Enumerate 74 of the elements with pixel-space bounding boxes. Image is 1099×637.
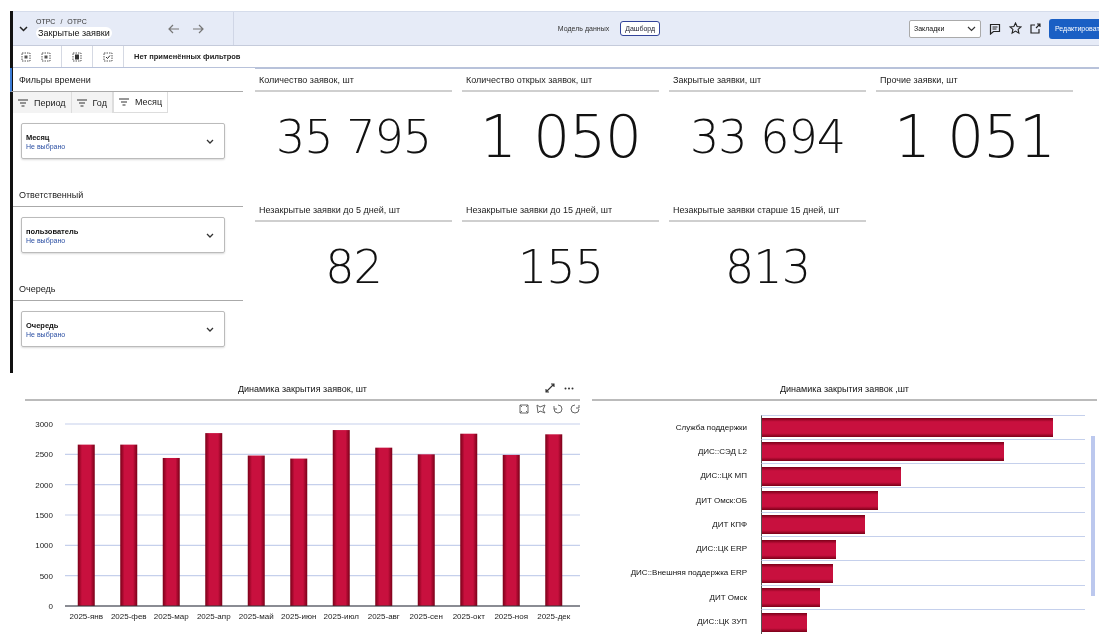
select-area-icon[interactable] <box>41 51 51 62</box>
filter-icon <box>118 98 129 106</box>
filter-tab[interactable]: Год <box>71 92 113 113</box>
kpi-title: Закрытые заявки, шт <box>669 69 866 92</box>
bar-label: ДИС::Внешняя поддержка ERP <box>629 568 748 578</box>
axis-label: 3000 <box>35 420 53 429</box>
kpi-value: 35 795 <box>276 109 431 164</box>
kpi-value: 82 <box>325 239 382 294</box>
page-title: Закрытые заявки <box>36 27 112 39</box>
axis-label: 2500 <box>35 450 53 460</box>
bar-label: ДИТ Омск <box>708 592 748 602</box>
bar-label: ДИТ Омск:ОБ <box>694 495 748 505</box>
kpi-title: Прочие заявки, шт <box>876 69 1073 92</box>
reset-icon[interactable] <box>553 404 563 416</box>
axis-label: 2000 <box>35 480 53 490</box>
kpi-value: 813 <box>725 239 810 294</box>
more-icon[interactable] <box>564 386 574 390</box>
section-title: Очередь <box>13 277 243 301</box>
chart-title: Динамика закрытия заявок, шт <box>238 384 367 394</box>
kpi-title: Количество открых заявок, шт <box>462 69 659 92</box>
filter-tab[interactable]: Месяц <box>112 92 169 113</box>
collapse-icon[interactable] <box>19 25 28 32</box>
star-icon[interactable] <box>1009 22 1022 35</box>
kpi-title: Незакрытые заявки до 15 дней, шт <box>462 199 659 222</box>
axis-label: 1000 <box>35 541 53 551</box>
chevron-down-icon <box>967 25 976 32</box>
back-arrow-icon[interactable] <box>168 23 180 34</box>
chart-title: Динамика закрытия заявок ,шт <box>780 384 909 394</box>
axis-label: 500 <box>39 571 53 581</box>
axis-label: 2025-сен <box>409 612 443 621</box>
bar-label: ДИС::ЦК ERP <box>695 544 748 554</box>
bar-label: ДИТ КПФ <box>711 519 748 529</box>
axis-label: 2025-ноя <box>494 612 529 621</box>
chevron-down-icon <box>206 232 214 238</box>
delete-icon[interactable] <box>72 51 82 62</box>
bar-label: ДИС::СЭД L2 <box>696 446 748 456</box>
select-area-icon[interactable] <box>21 51 31 62</box>
kpi-value: 33 694 <box>690 109 845 164</box>
forward-arrow-icon[interactable] <box>192 23 204 34</box>
filter-icon <box>76 98 87 107</box>
bar-label: ДИС::ЦК МП <box>699 471 748 481</box>
kpi-title: Незакрытые заявки до 5 дней, шт <box>255 199 452 222</box>
kpi-value: 155 <box>518 239 603 294</box>
bar-label: Служба поддержки <box>674 422 748 432</box>
axis-label: 2025-май <box>238 612 274 621</box>
kpi-title: Незакрытые заявки старше 15 дней, шт <box>669 199 866 222</box>
scrollbar[interactable] <box>1091 436 1095 596</box>
axis-label: 2025-фев <box>110 612 147 621</box>
axis-label: 2025-июл <box>323 612 359 621</box>
comment-icon[interactable] <box>989 22 1001 35</box>
filter-check-icon[interactable] <box>103 51 113 62</box>
filter-icon <box>18 98 28 107</box>
axis-label: 2025-авг <box>367 612 400 621</box>
axis-label: 2025-дек <box>537 612 571 621</box>
axis-label: 2025-мар <box>153 612 189 621</box>
kpi-title: Количество заявок, шт <box>255 69 452 92</box>
share-icon[interactable] <box>1030 23 1041 34</box>
refresh-icon[interactable] <box>570 404 580 416</box>
expand-icon[interactable] <box>545 383 555 393</box>
bar-label: ДИС::ЦК ЗУП <box>696 617 748 626</box>
axis-label: 2025-апр <box>196 612 231 621</box>
section-title: Ответственный <box>13 183 243 207</box>
axis-label: 0 <box>48 602 53 611</box>
zoom-icon[interactable] <box>519 404 529 416</box>
axis-label: 2025-янв <box>69 612 103 621</box>
kpi-value: 1 050 <box>479 102 641 171</box>
axis-label: 1500 <box>35 511 53 520</box>
chevron-down-icon <box>206 326 214 332</box>
chevron-down-icon <box>206 138 214 144</box>
kpi-value: 1 051 <box>893 102 1055 171</box>
filter-tab[interactable]: Период <box>13 92 72 113</box>
axis-label: 2025-окт <box>452 612 485 621</box>
axis-label: 2025-июн <box>281 612 317 621</box>
lasso-icon[interactable] <box>536 404 546 416</box>
